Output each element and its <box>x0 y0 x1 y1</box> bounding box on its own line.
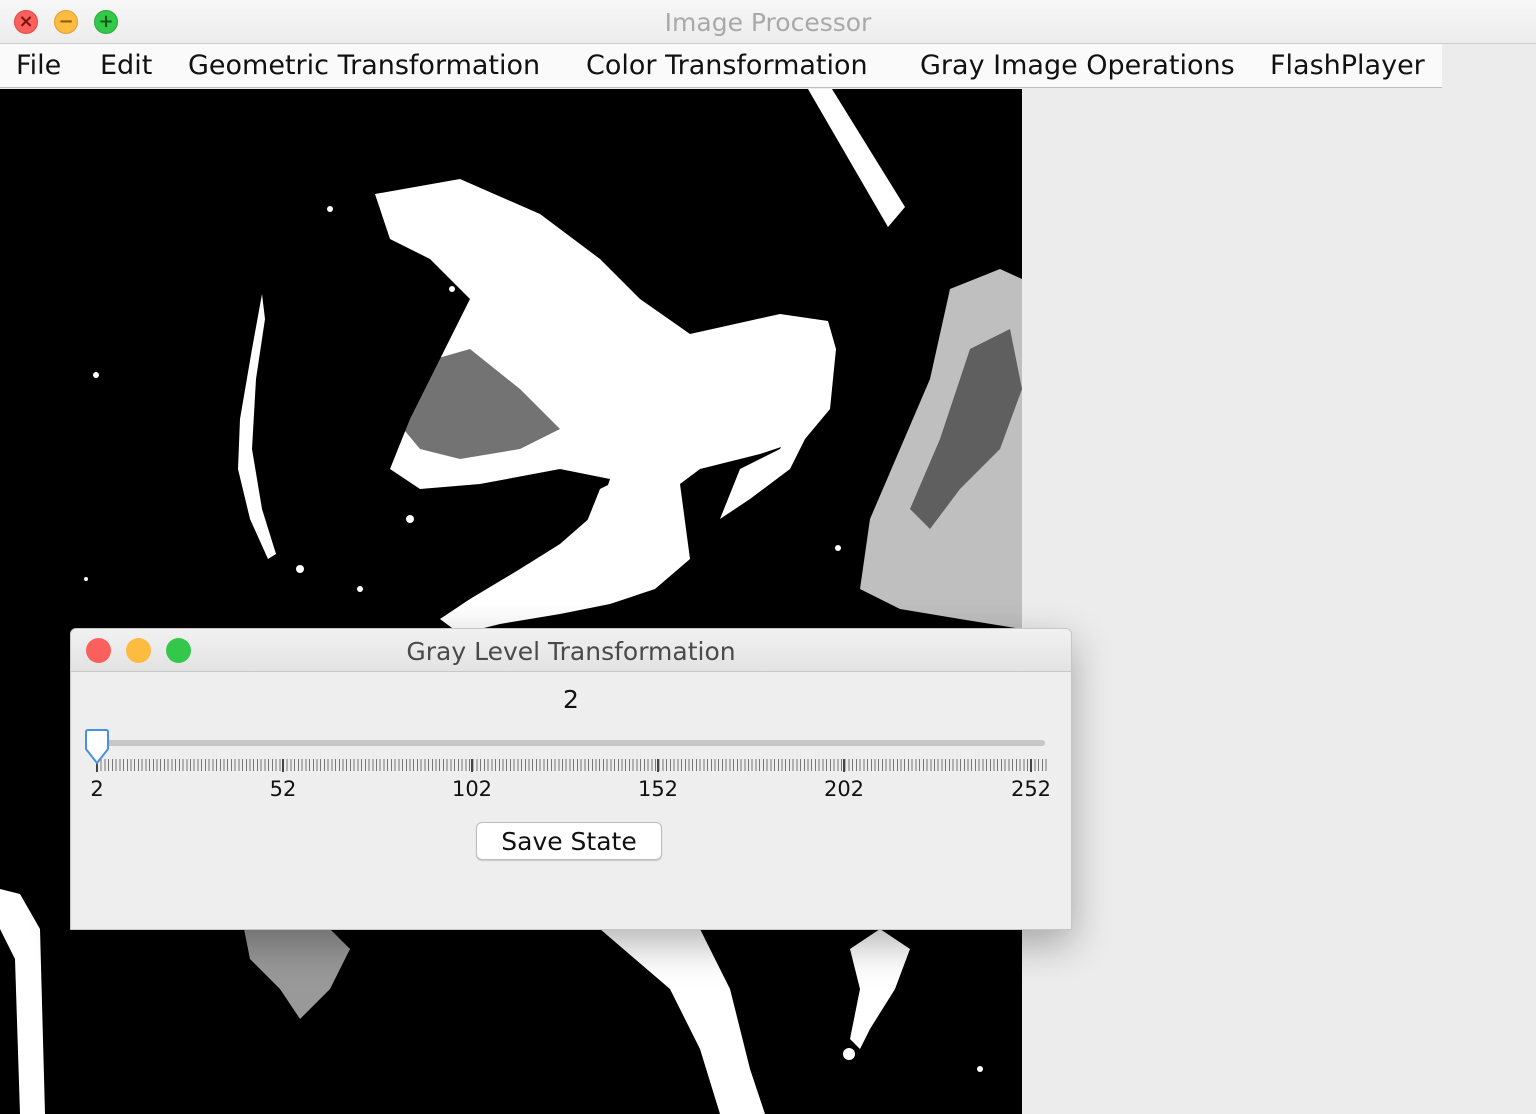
main-title-bar: × − + Image Processor <box>0 0 1536 44</box>
menu-color-transformation[interactable]: Color Transformation <box>586 50 868 81</box>
menu-file[interactable]: File <box>16 50 61 81</box>
slider-value: 2 <box>563 685 579 714</box>
menu-gray-image-operations[interactable]: Gray Image Operations <box>920 50 1235 81</box>
menu-geometric-transformation[interactable]: Geometric Transformation <box>188 50 540 81</box>
image-canvas[interactable] <box>0 89 1022 1114</box>
menu-edit[interactable]: Edit <box>100 50 152 81</box>
tick-label: 52 <box>269 777 297 801</box>
gray-level-dialog: Gray Level Transformation 2 2 52 102 152… <box>70 628 1072 930</box>
tick-label: 102 <box>451 777 493 801</box>
major-tick <box>471 759 473 772</box>
slider-track[interactable] <box>97 740 1045 746</box>
tick-label: 152 <box>637 777 679 801</box>
save-state-button[interactable]: Save State <box>476 822 662 860</box>
thresholded-image <box>0 89 1022 1114</box>
empty-panel <box>1022 89 1536 1114</box>
major-tick <box>282 759 284 772</box>
tick-label: 2 <box>90 777 104 801</box>
major-tick <box>657 759 659 772</box>
major-tick <box>843 759 845 772</box>
tick-label: 252 <box>1010 777 1052 801</box>
menu-bar: File Edit Geometric Transformation Color… <box>0 44 1442 88</box>
window-title: Image Processor <box>664 8 872 37</box>
dialog-title-bar: Gray Level Transformation <box>71 629 1071 672</box>
slider-thumb-icon[interactable] <box>82 729 112 767</box>
dialog-title: Gray Level Transformation <box>406 637 736 666</box>
slider-minor-ticks <box>97 759 1047 771</box>
major-tick <box>1030 759 1032 772</box>
tick-label: 202 <box>823 777 865 801</box>
menu-flashplayer[interactable]: FlashPlayer <box>1270 50 1425 81</box>
